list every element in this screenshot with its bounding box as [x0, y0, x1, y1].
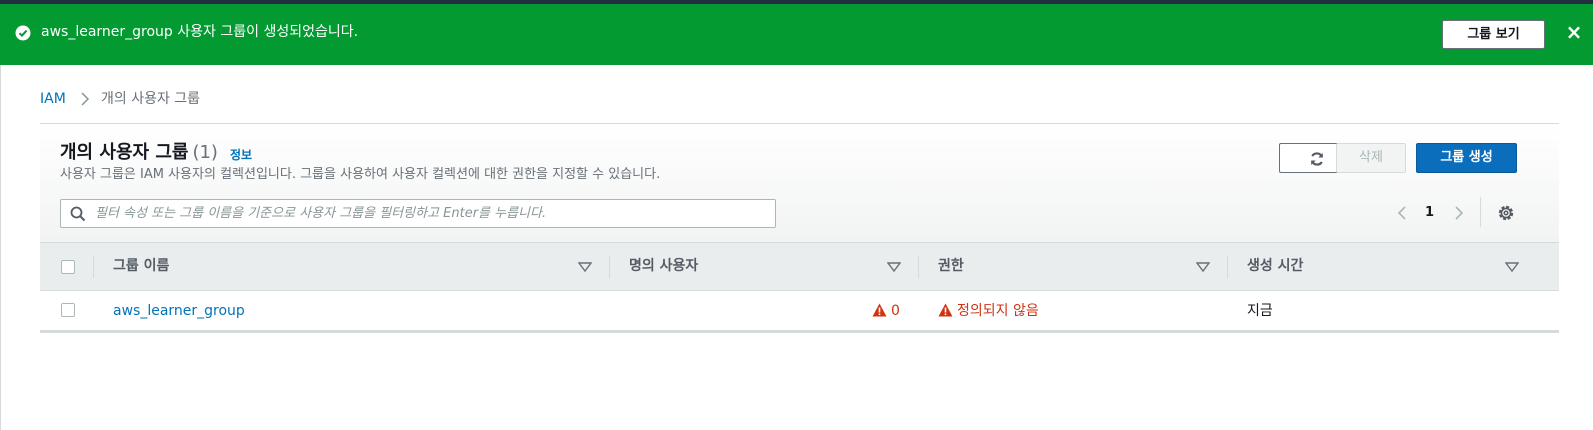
flash-message: aws_learner_group 사용자 그룹이 생성되었습니다. — [41, 24, 359, 40]
sort-caret-icon[interactable] — [1505, 262, 1519, 272]
breadcrumb-current: 개의 사용자 그룹 — [101, 91, 201, 107]
group-count: (1) — [192, 142, 218, 163]
warning-icon — [872, 303, 887, 317]
pager-divider — [1480, 197, 1481, 227]
chevron-left-icon[interactable] — [1395, 205, 1409, 221]
refresh-icon — [1310, 152, 1323, 166]
search-box — [60, 199, 776, 228]
creation-time: 지금 — [1247, 303, 1273, 319]
user-count: 0 — [872, 302, 900, 320]
page-number[interactable]: 1 — [1425, 204, 1434, 222]
column-header-permissions[interactable]: 권한 — [938, 256, 964, 276]
user-count-value: 0 — [891, 303, 900, 319]
column-divider — [918, 256, 919, 278]
sort-caret-icon[interactable] — [887, 262, 901, 272]
column-divider — [609, 256, 610, 278]
warning-icon — [938, 303, 953, 317]
breadcrumb: IAM 개의 사용자 그룹 — [40, 89, 200, 109]
success-flashbar: aws_learner_group 사용자 그룹이 생성되었습니다. 그룹 보기… — [0, 4, 1593, 65]
close-icon[interactable]: × — [1563, 21, 1585, 43]
check-circle-icon — [15, 25, 31, 41]
search-input[interactable] — [95, 202, 765, 225]
table-row[interactable]: aws_learner_group 0 정의되지 않음 지금 — [40, 291, 1559, 331]
table-header: 그룹 이름 명의 사용자 권한 생성 시간 — [40, 242, 1559, 291]
gear-icon[interactable] — [1497, 204, 1515, 222]
search-icon — [70, 206, 86, 222]
table-bottom-border — [40, 331, 1559, 333]
chevron-right-icon — [78, 92, 92, 106]
column-header-group-name[interactable]: 그룹 이름 — [113, 256, 169, 276]
group-name-link[interactable]: aws_learner_group — [113, 302, 245, 320]
sort-caret-icon[interactable] — [1196, 262, 1210, 272]
left-divider — [0, 65, 1, 430]
panel-description: 사용자 그룹은 IAM 사용자의 컬렉션입니다. 그룹을 사용하여 사용자 컬렉… — [60, 167, 661, 182]
chevron-right-icon[interactable] — [1452, 205, 1466, 221]
select-all-checkbox[interactable] — [61, 260, 75, 274]
breadcrumb-iam-link[interactable]: IAM — [40, 91, 66, 107]
column-divider — [93, 256, 94, 278]
panel-header: 개의 사용자 그룹 (1) 정보 사용자 그룹은 IAM 사용자의 컬렉션입니다.… — [40, 124, 1559, 242]
column-header-users[interactable]: 명의 사용자 — [629, 256, 698, 276]
sort-caret-icon[interactable] — [578, 262, 592, 272]
view-group-button[interactable]: 그룹 보기 — [1442, 20, 1545, 49]
info-link[interactable]: 정보 — [230, 146, 252, 163]
title-text: 개의 사용자 그룹 — [60, 142, 189, 163]
permissions-value: 정의되지 않음 — [957, 303, 1039, 319]
column-header-created[interactable]: 생성 시간 — [1247, 256, 1303, 276]
delete-button[interactable]: 삭제 — [1336, 143, 1406, 173]
create-group-button[interactable]: 그룹 생성 — [1416, 143, 1517, 173]
row-checkbox[interactable] — [61, 303, 75, 317]
page-title: 개의 사용자 그룹 (1) — [60, 140, 218, 166]
column-divider — [1227, 256, 1228, 278]
permissions-status: 정의되지 않음 — [938, 302, 1039, 320]
user-groups-panel: 개의 사용자 그룹 (1) 정보 사용자 그룹은 IAM 사용자의 컬렉션입니다.… — [40, 123, 1559, 333]
